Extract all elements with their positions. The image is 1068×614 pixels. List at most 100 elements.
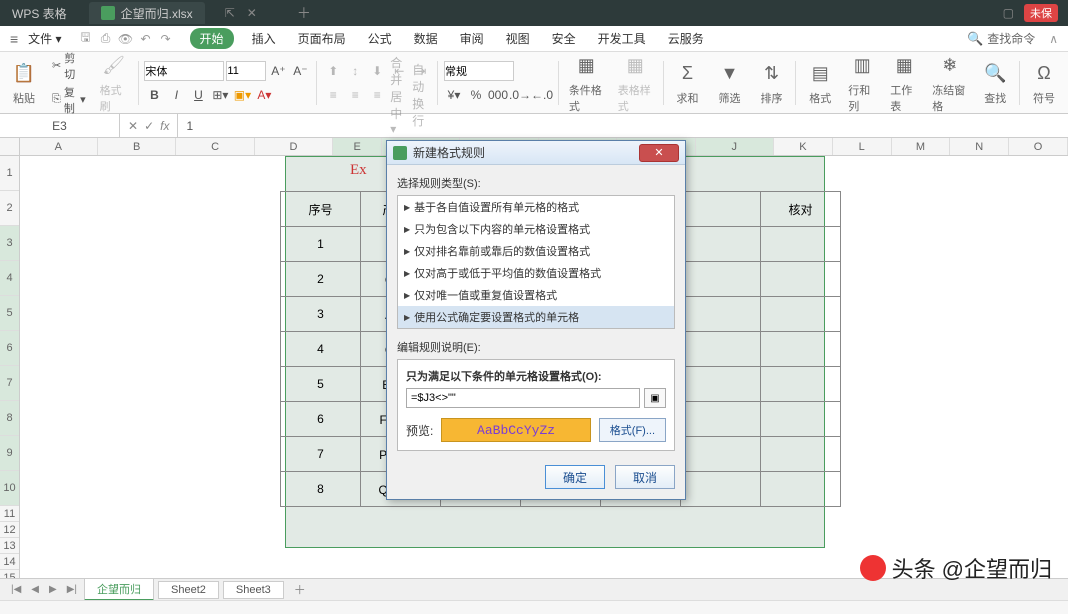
- table-style-button[interactable]: ▦表格样式: [614, 52, 657, 114]
- rule-item[interactable]: ▶仅对唯一值或重复值设置格式: [398, 284, 674, 306]
- range-selector-button[interactable]: ▣: [644, 388, 666, 408]
- formula-input[interactable]: [406, 388, 640, 408]
- align-left-icon[interactable]: ≡: [323, 85, 343, 105]
- sheet-tab-2[interactable]: Sheet2: [158, 581, 219, 599]
- freeze-button[interactable]: ❄冻结窗格: [928, 52, 971, 114]
- redo-icon[interactable]: ↷: [158, 31, 174, 47]
- merge-cells-button[interactable]: 合并居中▾: [389, 85, 409, 105]
- ok-button[interactable]: 确定: [545, 465, 605, 489]
- tab-view[interactable]: 视图: [502, 28, 534, 49]
- font-size-select[interactable]: [226, 61, 266, 81]
- col-M[interactable]: M: [892, 138, 951, 155]
- tab-security[interactable]: 安全: [548, 28, 580, 49]
- formula-input[interactable]: 1: [178, 119, 1068, 133]
- conditional-format-button[interactable]: ▦条件格式: [565, 52, 608, 114]
- tab-cloud[interactable]: 云服务: [664, 28, 708, 49]
- hamburger-icon[interactable]: ≡: [10, 31, 18, 47]
- collapse-ribbon-icon[interactable]: ∧: [1049, 32, 1058, 46]
- tab-data[interactable]: 数据: [410, 28, 442, 49]
- save-icon[interactable]: 🖫: [78, 31, 94, 47]
- dialog-titlebar[interactable]: 新建格式规则 ✕: [387, 141, 685, 165]
- print-icon[interactable]: ⎙: [98, 31, 114, 47]
- rule-item-selected[interactable]: ▶使用公式确定要设置格式的单元格: [398, 306, 674, 328]
- col-L[interactable]: L: [833, 138, 892, 155]
- sheet-nav-prev-icon[interactable]: ◀: [28, 584, 42, 595]
- dec-decimal-icon[interactable]: ←.0: [532, 85, 552, 105]
- border-button[interactable]: ⊞▾: [210, 85, 230, 105]
- rule-item[interactable]: ▶仅对排名靠前或靠后的数值设置格式: [398, 240, 674, 262]
- fx-icon[interactable]: fx: [160, 119, 169, 133]
- tab-insert[interactable]: 插入: [248, 28, 280, 49]
- rule-item[interactable]: ▶基于各自值设置所有单元格的格式: [398, 196, 674, 218]
- format-button[interactable]: 格式(F)...: [599, 418, 666, 442]
- tab-home[interactable]: 开始: [190, 28, 234, 49]
- col-D[interactable]: D: [255, 138, 333, 155]
- cancel-button[interactable]: 取消: [615, 465, 675, 489]
- find-button[interactable]: 🔍查找: [977, 60, 1013, 106]
- file-menu[interactable]: 文件 ▾: [24, 30, 65, 47]
- col-E[interactable]: E: [333, 138, 382, 155]
- col-N[interactable]: N: [950, 138, 1009, 155]
- align-top-icon[interactable]: ⬆: [323, 61, 343, 81]
- tab-add-icon[interactable]: ＋: [297, 3, 311, 23]
- row-13[interactable]: 13: [0, 538, 19, 554]
- fill-color-button[interactable]: ▣▾: [232, 85, 252, 105]
- row-9[interactable]: 9: [0, 436, 19, 471]
- sheet-tab-3[interactable]: Sheet3: [223, 581, 284, 599]
- font-name-select[interactable]: [144, 61, 224, 81]
- row-3[interactable]: 3: [0, 226, 19, 261]
- sheet-nav-next-icon[interactable]: ▶: [46, 584, 60, 595]
- inc-decimal-icon[interactable]: .0→: [510, 85, 530, 105]
- bold-button[interactable]: B: [144, 85, 164, 105]
- col-A[interactable]: A: [20, 138, 98, 155]
- worksheet-button[interactable]: ▦工作表: [886, 52, 922, 114]
- italic-button[interactable]: I: [166, 85, 186, 105]
- rowcol-button[interactable]: ▥行和列: [844, 52, 880, 114]
- tab-dev[interactable]: 开发工具: [594, 28, 650, 49]
- increase-font-icon[interactable]: A⁺: [268, 61, 288, 81]
- align-center-icon[interactable]: ≡: [345, 85, 365, 105]
- row-8[interactable]: 8: [0, 401, 19, 436]
- sheet-nav-last-icon[interactable]: ▶|: [64, 584, 80, 595]
- row-1[interactable]: 1: [0, 156, 19, 191]
- row-11[interactable]: 11: [0, 506, 19, 522]
- add-sheet-icon[interactable]: ＋: [288, 581, 312, 598]
- format-button[interactable]: ▤格式: [802, 60, 838, 106]
- decrease-font-icon[interactable]: A⁻: [290, 61, 310, 81]
- col-K[interactable]: K: [774, 138, 833, 155]
- rule-type-list[interactable]: ▶基于各自值设置所有单元格的格式 ▶只为包含以下内容的单元格设置格式 ▶仅对排名…: [397, 195, 675, 329]
- format-painter-button[interactable]: 🖌 格式刷: [96, 52, 132, 114]
- filter-button[interactable]: ▼筛选: [711, 60, 747, 106]
- rule-item[interactable]: ▶只为包含以下内容的单元格设置格式: [398, 218, 674, 240]
- row-4[interactable]: 4: [0, 261, 19, 296]
- number-format-select[interactable]: [444, 61, 514, 81]
- pin-icon[interactable]: ⇱: [225, 6, 235, 20]
- name-box[interactable]: E3: [0, 114, 120, 137]
- row-12[interactable]: 12: [0, 522, 19, 538]
- sort-button[interactable]: ⇅排序: [753, 60, 789, 106]
- row-14[interactable]: 14: [0, 554, 19, 570]
- tab-review[interactable]: 审阅: [456, 28, 488, 49]
- col-B[interactable]: B: [98, 138, 176, 155]
- underline-button[interactable]: U: [188, 85, 208, 105]
- col-J[interactable]: J: [696, 138, 774, 155]
- cancel-edit-icon[interactable]: ✕: [128, 119, 138, 133]
- row-2[interactable]: 2: [0, 191, 19, 226]
- comma-icon[interactable]: 000: [488, 85, 508, 105]
- tab-formula[interactable]: 公式: [364, 28, 396, 49]
- command-search[interactable]: 🔍 查找命令 ∧: [967, 30, 1058, 47]
- font-color-button[interactable]: A▾: [254, 85, 274, 105]
- align-right-icon[interactable]: ≡: [367, 85, 387, 105]
- dialog-close-button[interactable]: ✕: [639, 144, 679, 162]
- align-bottom-icon[interactable]: ⬇: [367, 61, 387, 81]
- confirm-edit-icon[interactable]: ✓: [144, 119, 154, 133]
- select-all-corner[interactable]: [0, 138, 20, 155]
- undo-icon[interactable]: ↶: [138, 31, 154, 47]
- rule-item[interactable]: ▶仅对高于或低于平均值的数值设置格式: [398, 262, 674, 284]
- preview-icon[interactable]: 👁: [118, 31, 134, 47]
- document-tab[interactable]: 企望而归.xlsx: [89, 2, 205, 24]
- tab-layout[interactable]: 页面布局: [294, 28, 350, 49]
- sheet-tab-1[interactable]: 企望而归: [84, 578, 154, 601]
- window-box-icon[interactable]: ▢: [1003, 6, 1014, 20]
- tab-close-icon[interactable]: ✕: [247, 6, 257, 20]
